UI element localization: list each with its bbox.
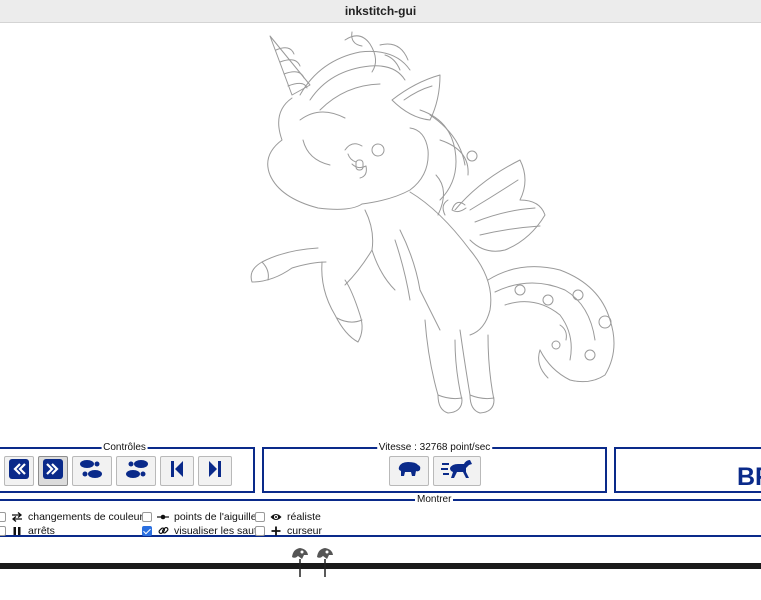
go-to-start-button[interactable] <box>160 456 194 486</box>
eye-icon <box>270 512 282 522</box>
stitch-marker-icon[interactable] <box>315 543 335 577</box>
cursor-label: curseur <box>287 524 323 537</box>
controls-legend: Contrôles <box>101 441 148 454</box>
hippo-icon <box>396 459 422 484</box>
pause-icon <box>11 526 23 536</box>
option-color-changes[interactable]: changements de couleur <box>0 510 143 523</box>
faster-button[interactable] <box>433 456 481 486</box>
step-backward-button[interactable] <box>72 456 112 486</box>
link-icon <box>157 526 169 536</box>
realistic-checkbox[interactable] <box>255 511 265 522</box>
timeline-track[interactable] <box>0 563 761 569</box>
speed-legend: Vitesse : 32768 point/sec <box>376 441 493 454</box>
preview-canvas[interactable] <box>0 23 761 438</box>
previous-command-button[interactable] <box>4 456 34 486</box>
footsteps-forward-icon <box>122 458 150 485</box>
needle-points-icon <box>157 512 169 522</box>
visualize-jumps-checkbox[interactable] <box>142 525 152 536</box>
realistic-label: réaliste <box>287 510 321 523</box>
go-to-end-button[interactable] <box>198 456 232 486</box>
needle-points-label: points de l'aiguille <box>174 510 257 523</box>
speed-group: Vitesse : 32768 point/sec <box>262 441 607 493</box>
stitch-info-text: BF <box>737 463 761 491</box>
unicorn-design-drawing <box>250 31 615 414</box>
option-visualize-jumps[interactable]: visualiser les sauts <box>142 524 262 537</box>
show-options-panel: Montrer changements de couleur arrêts po… <box>0 493 761 537</box>
plus-icon <box>270 526 282 536</box>
swap-arrows-icon <box>11 511 23 522</box>
skip-end-icon <box>207 459 223 484</box>
option-stops[interactable]: arrêts <box>0 524 55 537</box>
stops-label: arrêts <box>28 524 55 537</box>
stitch-info-group: BF <box>614 447 761 493</box>
double-chevron-left-icon <box>8 458 30 485</box>
option-cursor[interactable]: curseur <box>255 524 322 537</box>
option-realistic[interactable]: réaliste <box>255 510 321 523</box>
skip-start-icon <box>169 459 185 484</box>
color-changes-checkbox[interactable] <box>0 511 6 522</box>
cursor-checkbox[interactable] <box>255 525 265 536</box>
double-chevron-right-icon <box>42 458 64 485</box>
footsteps-backward-icon <box>78 458 106 485</box>
option-needle-points[interactable]: points de l'aiguille <box>142 510 257 523</box>
stitch-timeline[interactable] <box>0 538 761 600</box>
running-horse-icon <box>440 458 474 485</box>
window-title: inkstitch-gui <box>0 0 761 23</box>
stops-checkbox[interactable] <box>0 525 6 536</box>
controls-group: Contrôles <box>0 441 255 493</box>
stitch-marker-icon[interactable] <box>290 543 310 577</box>
show-legend: Montrer <box>415 493 454 506</box>
next-command-button[interactable] <box>38 456 68 486</box>
step-forward-button[interactable] <box>116 456 156 486</box>
visualize-jumps-label: visualiser les sauts <box>174 524 263 537</box>
color-changes-label: changements de couleur <box>28 510 143 523</box>
needle-points-checkbox[interactable] <box>142 511 152 522</box>
slower-button[interactable] <box>389 456 429 486</box>
